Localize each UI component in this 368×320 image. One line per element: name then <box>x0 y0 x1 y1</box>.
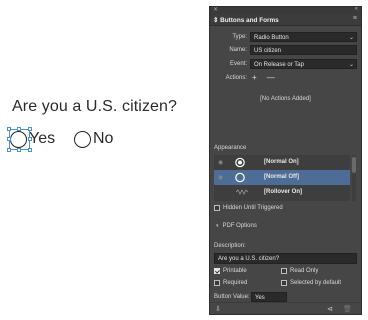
appearance-item-rollover-on[interactable]: [Rollover On] <box>214 185 350 200</box>
name-label: Name: <box>229 47 247 53</box>
printable-row[interactable]: Printable <box>214 268 247 274</box>
appearance-label: Appearance <box>214 145 247 151</box>
actions-controls: + — <box>252 73 283 82</box>
event-value: On Release or Tap <box>254 61 304 68</box>
hidden-until-triggered-row[interactable]: Hidden Until Triggered <box>214 205 283 211</box>
name-value: US citizen <box>254 47 282 54</box>
pdf-options-label: PDF Options <box>222 223 257 229</box>
resize-handle-right[interactable] <box>28 137 32 141</box>
disclosure-triangle-icon[interactable]: ▾ <box>216 223 219 229</box>
radio-option-yes[interactable]: Yes <box>7 127 56 152</box>
radio-circle-icon[interactable] <box>74 130 91 148</box>
name-row: Name: US citizen <box>210 45 361 55</box>
actions-row: Actions: + — <box>210 73 361 83</box>
resize-handle-top-right[interactable] <box>28 127 32 131</box>
selected-by-default-row[interactable]: Selected by default <box>281 280 341 286</box>
panel-tab-buttons-and-forms[interactable]: ⇕ Buttons and Forms <box>213 16 279 24</box>
convert-to-button-icon[interactable]: ⊲ <box>327 305 333 313</box>
tab-collapse-icon[interactable]: ⇕ <box>213 17 218 24</box>
panel-title-bar: ✕ « <box>210 6 361 14</box>
panel-title: Buttons and Forms <box>220 17 279 24</box>
resize-handle-bottom[interactable] <box>17 148 21 152</box>
panel-tab-bar: ⇕ Buttons and Forms ≡ <box>210 14 361 26</box>
appearance-name: [Normal Off] <box>264 174 299 180</box>
radio-label-no: No <box>93 130 114 147</box>
remove-action-icon[interactable]: — <box>267 73 275 82</box>
required-label: Required <box>223 280 248 286</box>
chevron-down-icon: ⌄ <box>348 35 354 41</box>
hidden-until-triggered-checkbox[interactable] <box>214 205 220 211</box>
eye-icon[interactable]: ◉ <box>218 174 223 181</box>
name-field[interactable]: US citizen <box>250 45 357 55</box>
type-row: Type: Radio Button ⌄ <box>210 32 361 42</box>
close-icon[interactable]: ✕ <box>213 6 218 13</box>
selected-by-default-checkbox[interactable] <box>281 280 287 286</box>
event-dropdown[interactable]: On Release or Tap ⌄ <box>250 59 357 69</box>
read-only-row[interactable]: Read Only <box>281 268 318 274</box>
read-only-checkbox[interactable] <box>281 268 287 274</box>
appearance-item-normal-off[interactable]: ◉ [Normal Off] <box>214 170 350 185</box>
description-value: Are you a U.S. citizen? <box>218 256 280 262</box>
radio-label-yes: Yes <box>29 130 56 147</box>
export-pdf-icon[interactable]: ⇩ <box>215 305 221 313</box>
button-value-field[interactable]: Yes <box>251 292 287 302</box>
question-text: Are you a U.S. citizen? <box>12 98 178 115</box>
double-chevron-icon[interactable]: « <box>355 6 358 12</box>
printable-label: Printable <box>223 268 247 274</box>
printable-checkbox[interactable] <box>214 268 220 274</box>
rollover-thumbnail-icon <box>235 189 249 195</box>
hidden-until-triggered-label: Hidden Until Triggered <box>223 205 283 211</box>
appearance-name: [Normal On] <box>264 159 299 165</box>
button-value-label: Button Value: <box>214 294 250 300</box>
appearance-list: ◉ [Normal On] ◉ [Normal Off] [Rollover O… <box>214 155 350 201</box>
resize-handle-top[interactable] <box>17 127 21 131</box>
type-label: Type: <box>232 34 247 40</box>
actions-label: Actions: <box>225 75 247 81</box>
appearance-item-normal-on[interactable]: ◉ [Normal On] <box>214 155 350 170</box>
chevron-down-icon: ⌄ <box>348 62 354 68</box>
radio-off-thumbnail-icon <box>235 172 245 183</box>
add-action-icon[interactable]: + <box>252 73 257 82</box>
description-field[interactable]: Are you a U.S. citizen? <box>214 253 357 264</box>
radio-option-no[interactable]: No <box>74 130 113 148</box>
buttons-and-forms-panel: ✕ « ⇕ Buttons and Forms ≡ Type: Radio Bu… <box>209 6 362 315</box>
eye-icon[interactable]: ◉ <box>218 159 223 166</box>
radio-on-thumbnail-icon <box>235 157 245 168</box>
resize-handle-bottom-left[interactable] <box>7 148 11 152</box>
event-row: Event: On Release or Tap ⌄ <box>210 59 361 69</box>
button-value-value: Yes <box>255 294 265 301</box>
description-label: Description: <box>214 243 246 249</box>
type-value: Radio Button <box>254 34 289 41</box>
hamburger-menu-icon[interactable]: ≡ <box>353 15 357 22</box>
panel-footer: ⇩ ⊲ 🗑 <box>210 302 361 314</box>
resize-handle-left[interactable] <box>7 137 11 141</box>
pdf-options-toggle[interactable]: ▾ PDF Options <box>216 223 257 229</box>
type-dropdown[interactable]: Radio Button ⌄ <box>250 32 357 42</box>
resize-handle-top-left[interactable] <box>7 127 11 131</box>
required-checkbox[interactable] <box>214 280 220 286</box>
required-row[interactable]: Required <box>214 280 247 286</box>
appearance-scrollbar-thumb[interactable] <box>352 157 356 173</box>
selected-by-default-label: Selected by default <box>290 280 342 286</box>
appearance-name: [Rollover On] <box>264 189 303 195</box>
resize-handle-bottom-right[interactable] <box>28 148 32 152</box>
event-label: Event: <box>229 61 247 67</box>
selection-frame[interactable] <box>7 127 32 152</box>
trash-icon[interactable]: 🗑 <box>343 305 352 313</box>
read-only-label: Read Only <box>290 268 319 274</box>
no-actions-text: [No Actions Added] <box>260 96 311 102</box>
